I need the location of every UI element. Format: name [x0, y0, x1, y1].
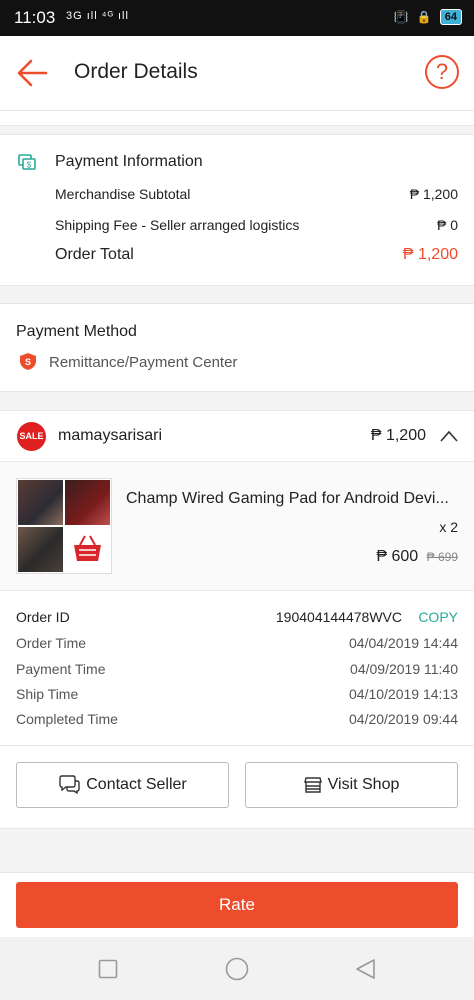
svg-text:$: $	[27, 161, 32, 170]
address-card-edge	[0, 111, 474, 126]
product-image-tile	[65, 480, 110, 525]
chat-icon	[59, 775, 80, 795]
subtotal-label: Merchandise Subtotal	[55, 186, 191, 202]
shipping-fee-label: Shipping Fee - Seller arranged logistics	[55, 217, 300, 233]
status-icons: 📳 🔒 64	[394, 9, 462, 25]
chevron-up-icon[interactable]	[440, 430, 458, 442]
back-nav-icon[interactable]	[354, 958, 376, 980]
payment-method-card: Payment Method S Remittance/Payment Cent…	[0, 303, 474, 392]
shop-amount: ₱ 1,200	[370, 427, 426, 444]
shop-row[interactable]: SALE mamaysarisari ₱ 1,200	[0, 411, 474, 461]
payment-icon: $	[18, 154, 36, 170]
product-image-tile	[18, 527, 63, 572]
status-bar: 11:03 3G ıll ⁴ᴳ ıll 📳 🔒 64	[0, 0, 474, 36]
subtotal-value: ₱ 1,200	[409, 186, 458, 202]
help-icon[interactable]: ?	[425, 55, 459, 89]
svg-text:S: S	[25, 357, 31, 367]
shield-payment-icon: S	[20, 353, 36, 370]
payment-method-heading: Payment Method	[16, 323, 137, 340]
cart-basket-icon	[65, 527, 110, 572]
page-title: Order Details	[74, 60, 198, 83]
ship-time-value: 04/10/2019 14:13	[349, 686, 458, 702]
ship-time-label: Ship Time	[16, 686, 79, 702]
system-nav-bar	[0, 937, 474, 1000]
visit-shop-button[interactable]: Visit Shop	[245, 762, 458, 808]
order-total-value: ₱ 1,200	[402, 246, 458, 263]
product-price: ₱ 600	[376, 548, 419, 565]
product-price-group: ₱ 600 ₱ 699	[376, 548, 458, 566]
lock-icon: 🔒	[416, 10, 432, 24]
contact-seller-label: Contact Seller	[86, 776, 187, 793]
payment-info-card: $ Payment Information Merchandise Subtot…	[0, 134, 474, 286]
order-total-label: Order Total	[55, 246, 134, 263]
shop-logo: SALE	[17, 422, 46, 451]
product-item[interactable]: Champ Wired Gaming Pad for Android Devi.…	[0, 462, 474, 590]
order-id-value: 190404144478WVC	[275, 609, 402, 625]
product-thumbnail	[16, 478, 112, 574]
divider	[0, 745, 474, 746]
order-id-label: Order ID	[16, 609, 70, 625]
order-items-card: SALE mamaysarisari ₱ 1,200 Champ Wired G…	[0, 410, 474, 829]
product-image-tile	[18, 480, 63, 525]
app-header: Order Details ?	[0, 36, 474, 111]
payment-info-heading: Payment Information	[55, 153, 203, 170]
status-time: 11:03	[14, 8, 56, 27]
rate-button[interactable]: Rate	[16, 882, 458, 928]
order-time-label: Order Time	[16, 635, 87, 651]
order-time-value: 04/04/2019 14:44	[349, 635, 458, 651]
product-quantity: x 2	[439, 519, 458, 535]
visit-shop-label: Visit Shop	[327, 776, 400, 793]
home-icon[interactable]	[225, 957, 249, 981]
copy-button[interactable]: COPY	[418, 609, 458, 625]
payment-time-label: Payment Time	[16, 661, 106, 677]
contact-seller-button[interactable]: Contact Seller	[16, 762, 229, 808]
completed-time-value: 04/20/2019 09:44	[349, 711, 458, 727]
payment-method-value: Remittance/Payment Center	[49, 354, 238, 371]
shop-icon	[303, 777, 322, 793]
shipping-fee-value: ₱ 0	[436, 217, 458, 233]
product-name: Champ Wired Gaming Pad for Android Devi.…	[126, 490, 449, 507]
payment-time-value: 04/09/2019 11:40	[350, 661, 458, 677]
divider	[0, 590, 474, 591]
product-original-price: ₱ 699	[426, 550, 458, 564]
vibrate-icon: 📳	[393, 10, 409, 24]
battery-icon: 64	[439, 9, 462, 25]
signal-icon: 3G ıll ⁴ᴳ ıll	[66, 10, 129, 22]
completed-time-label: Completed Time	[16, 711, 118, 727]
recent-apps-icon[interactable]	[98, 959, 118, 979]
shop-name: mamaysarisari	[58, 427, 163, 444]
back-arrow-icon[interactable]	[16, 58, 48, 88]
